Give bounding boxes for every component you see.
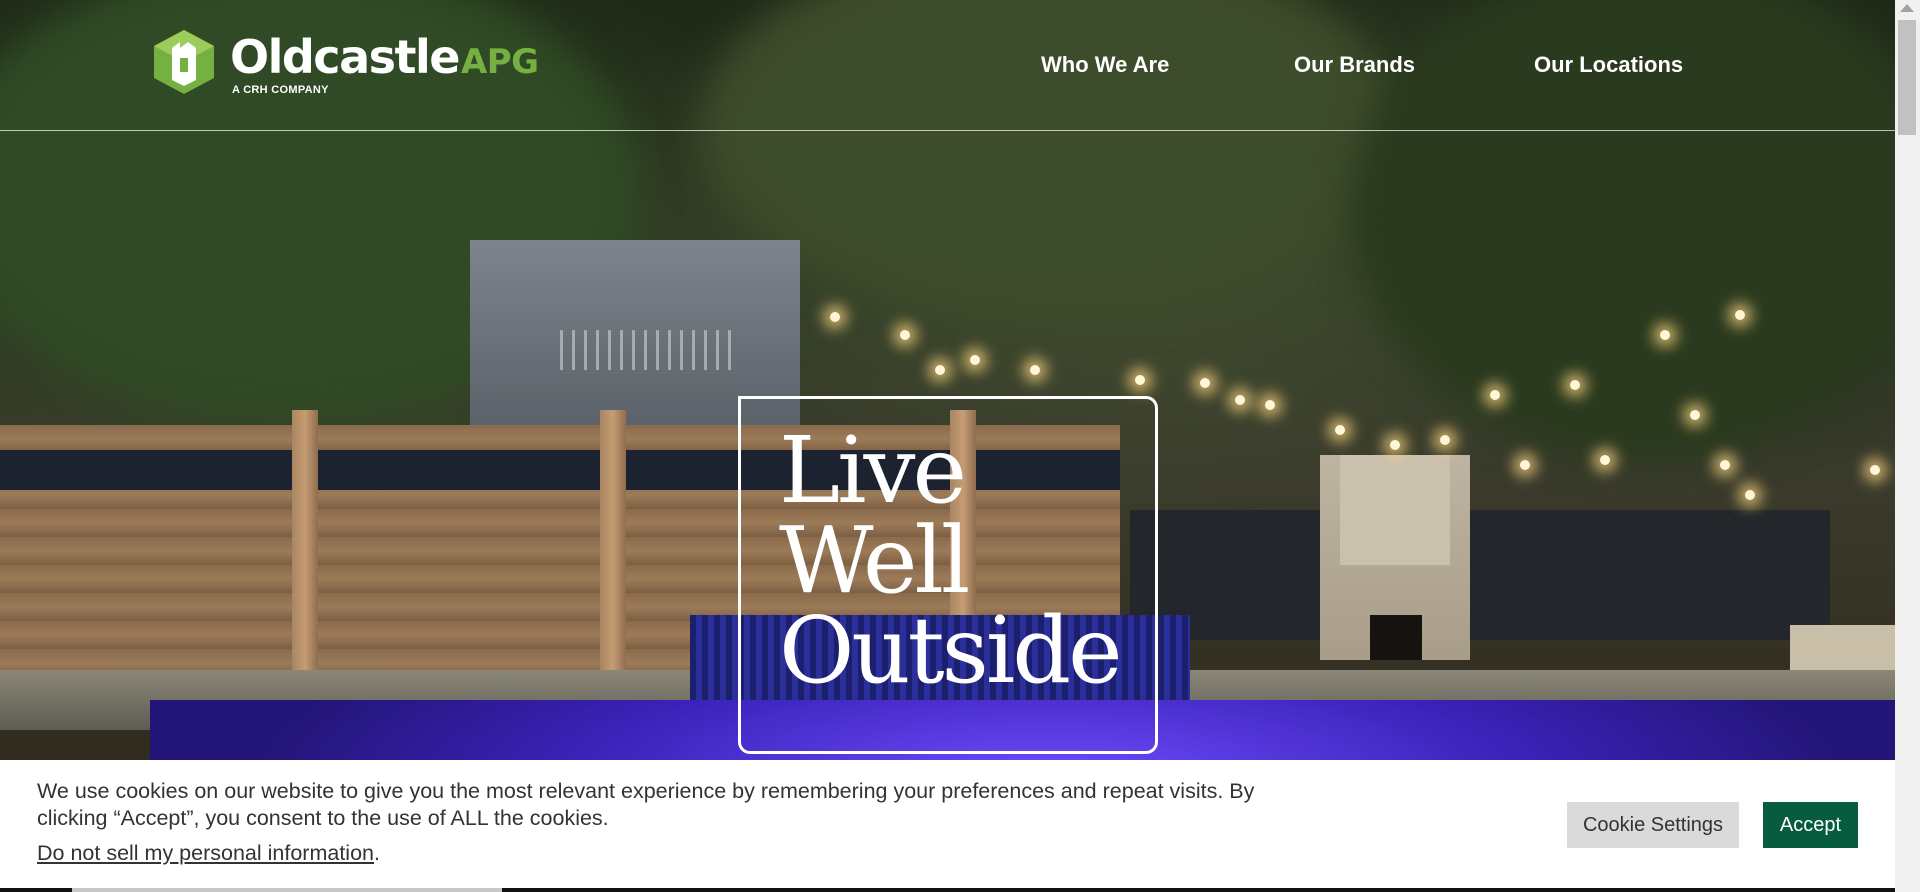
string-light [1390,440,1400,450]
do-not-sell-link[interactable]: Do not sell my personal information [37,841,374,865]
string-light [1870,465,1880,475]
string-light [970,355,980,365]
fireplace-chimney [1340,455,1450,565]
string-light [1570,380,1580,390]
string-light [1735,310,1745,320]
accept-button[interactable]: Accept [1763,802,1858,848]
hero-line-2: Well [779,507,970,614]
string-light [1690,410,1700,420]
fence-post [292,410,318,685]
string-light [1200,378,1210,388]
firebox [1370,615,1422,660]
scrollbar-thumb[interactable] [1898,20,1916,135]
cookie-settings-button[interactable]: Cookie Settings [1567,802,1739,848]
nav-our-brands[interactable]: Our Brands [1294,52,1415,78]
scroll-up-arrow-icon[interactable] [1900,4,1914,12]
string-light [1600,455,1610,465]
string-light [1660,330,1670,340]
logo-hexagon-icon [154,30,214,94]
string-light [1265,400,1275,410]
hero-tagline-box: Live Well Outside [738,396,1158,754]
string-light [1440,435,1450,445]
site-header: OldcastleAPG A CRH COMPANY Who We Are Ou… [0,0,1895,131]
house-railing [560,330,740,370]
string-light [1235,395,1245,405]
nav-who-we-are[interactable]: Who We Are [1041,52,1169,78]
cookie-message: We use cookies on our website to give yo… [37,779,1255,830]
string-light [935,365,945,375]
cookie-banner: We use cookies on our website to give yo… [0,760,1895,892]
string-light [1720,460,1730,470]
nav-our-locations[interactable]: Our Locations [1534,52,1683,78]
logo-tagline: A CRH COMPANY [232,84,329,96]
string-light [1745,490,1755,500]
bottom-strip-segment [72,888,502,892]
string-light [1030,365,1040,375]
privacy-screen [1130,510,1830,640]
string-light [1135,375,1145,385]
string-light [900,330,910,340]
hero-line-3: Outside [779,597,1123,704]
string-light [830,312,840,322]
cookie-link-row: Do not sell my personal information. [37,841,380,866]
string-light [1335,425,1345,435]
oldcastle-logo[interactable]: OldcastleAPG A CRH COMPANY [150,28,539,96]
string-light [1520,460,1530,470]
logo-wordmark: Oldcastle [230,30,460,84]
link-period: . [374,841,380,865]
logo-apg: APG [460,42,539,82]
string-light [1490,390,1500,400]
hero-line-1: Live [779,417,967,524]
fence-post [600,410,626,685]
